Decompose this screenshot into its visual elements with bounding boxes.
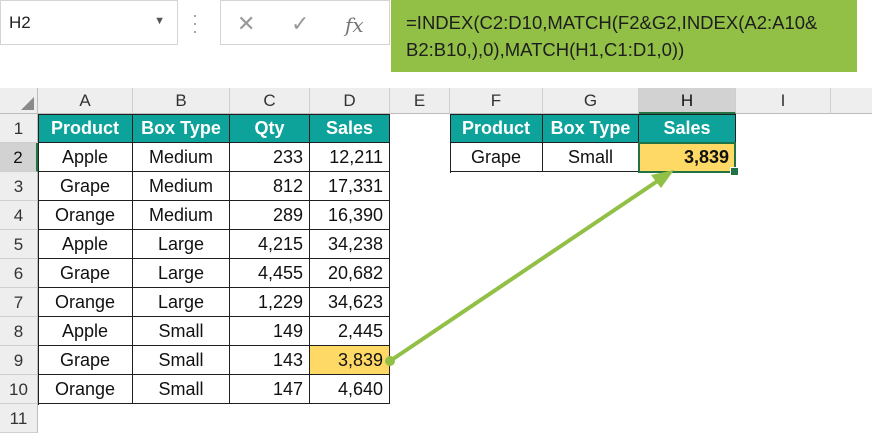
row-header-1[interactable]: 1 xyxy=(0,114,38,143)
table1-cell[interactable]: 149 xyxy=(230,317,310,346)
table1-cell[interactable]: 4,215 xyxy=(230,230,310,259)
insert-function-icon[interactable]: fx xyxy=(345,13,364,37)
table1-cell[interactable]: Medium xyxy=(133,172,230,201)
table1-cell[interactable]: Apple xyxy=(38,317,133,346)
table1-cell[interactable]: Grape xyxy=(38,346,133,375)
table1-cell[interactable]: Large xyxy=(133,259,230,288)
table1-cell[interactable]: 34,623 xyxy=(310,288,390,317)
table1-cell[interactable]: 1,229 xyxy=(230,288,310,317)
table1-cell[interactable]: 20,682 xyxy=(310,259,390,288)
column-header-f[interactable]: F xyxy=(450,88,543,114)
table1-cell[interactable]: 143 xyxy=(230,346,310,375)
enter-icon[interactable]: ✓ xyxy=(291,11,309,37)
table1-cell[interactable]: 147 xyxy=(230,375,310,404)
column-header-d[interactable]: D xyxy=(310,88,390,114)
table1-cell[interactable]: Grape xyxy=(38,259,133,288)
chevron-down-icon[interactable]: ▼ xyxy=(154,15,165,27)
table1-cell[interactable]: 289 xyxy=(230,201,310,230)
row-header-6[interactable]: 6 xyxy=(0,259,38,288)
row-header-8[interactable]: 8 xyxy=(0,317,38,346)
table2-cell-sales-result[interactable]: 3,839 xyxy=(639,143,736,172)
table1-cell[interactable]: Orange xyxy=(38,201,133,230)
row-header-10[interactable]: 10 xyxy=(0,375,38,404)
table2-cell-product[interactable]: Grape xyxy=(450,143,543,172)
table1-cell[interactable]: 812 xyxy=(230,172,310,201)
row-header-11[interactable]: 11 xyxy=(0,404,38,433)
column-header-j[interactable] xyxy=(831,88,872,114)
table1-cell[interactable]: 4,455 xyxy=(230,259,310,288)
table2-header-box-type[interactable]: Box Type xyxy=(543,114,639,143)
table1-cell[interactable]: Apple xyxy=(38,143,133,172)
formula-input[interactable]: =INDEX(C2:D10,MATCH(F2&G2,INDEX(A2:A10& … xyxy=(391,0,857,72)
table1-cell[interactable]: Medium xyxy=(133,143,230,172)
table2-cell-box-type[interactable]: Small xyxy=(543,143,639,172)
row-header-9[interactable]: 9 xyxy=(0,346,38,375)
drag-handle-icon[interactable]: · · · xyxy=(192,6,198,40)
table1-cell[interactable]: 2,445 xyxy=(310,317,390,346)
table1-cell[interactable]: Large xyxy=(133,230,230,259)
cancel-icon[interactable]: ✕ xyxy=(237,11,255,37)
table1-cell[interactable]: Orange xyxy=(38,288,133,317)
select-all-button[interactable] xyxy=(0,88,38,114)
arrow-head xyxy=(651,170,674,188)
select-all-icon xyxy=(21,97,34,110)
arrow-line xyxy=(388,176,664,363)
table1-header-product[interactable]: Product xyxy=(38,114,133,143)
row-header-7[interactable]: 7 xyxy=(0,288,38,317)
table1-cell[interactable]: Grape xyxy=(38,172,133,201)
table1-cell[interactable]: Small xyxy=(133,375,230,404)
table1-cell[interactable]: Small xyxy=(133,346,230,375)
table1-header-box-type[interactable]: Box Type xyxy=(133,114,230,143)
table1-cell[interactable]: Medium xyxy=(133,201,230,230)
row-header-3[interactable]: 3 xyxy=(0,172,38,201)
row-header-5[interactable]: 5 xyxy=(0,230,38,259)
table1-cell-highlighted[interactable]: 3,839 xyxy=(310,346,390,375)
table1-cell[interactable]: 12,211 xyxy=(310,143,390,172)
column-header-c[interactable]: C xyxy=(230,88,310,114)
table1-cell[interactable]: Apple xyxy=(38,230,133,259)
table1-cell[interactable]: 34,238 xyxy=(310,230,390,259)
column-header-e[interactable]: E xyxy=(390,88,450,114)
table1-cell[interactable]: 233 xyxy=(230,143,310,172)
column-header-h[interactable]: H xyxy=(639,88,736,114)
table1-cell[interactable]: Orange xyxy=(38,375,133,404)
name-box[interactable]: H2 ▼ xyxy=(0,0,178,45)
formula-buttons: ✕ ✓ fx xyxy=(220,0,390,45)
name-box-value: H2 xyxy=(9,13,31,32)
table2-header-product[interactable]: Product xyxy=(450,114,543,143)
table1-cell[interactable]: Small xyxy=(133,317,230,346)
table1-cell[interactable]: Large xyxy=(133,288,230,317)
table1-cell[interactable]: 16,390 xyxy=(310,201,390,230)
table1-cell[interactable]: 4,640 xyxy=(310,375,390,404)
table1-header-qty[interactable]: Qty xyxy=(230,114,310,143)
column-header-i[interactable]: I xyxy=(736,88,831,114)
table1-header-sales[interactable]: Sales xyxy=(310,114,390,143)
row-header-4[interactable]: 4 xyxy=(0,201,38,230)
column-header-g[interactable]: G xyxy=(543,88,639,114)
column-header-a[interactable]: A xyxy=(38,88,133,114)
table1-cell[interactable]: 17,331 xyxy=(310,172,390,201)
table2-header-sales[interactable]: Sales xyxy=(639,114,736,143)
row-header-2[interactable]: 2 xyxy=(0,143,38,172)
column-header-b[interactable]: B xyxy=(133,88,230,114)
